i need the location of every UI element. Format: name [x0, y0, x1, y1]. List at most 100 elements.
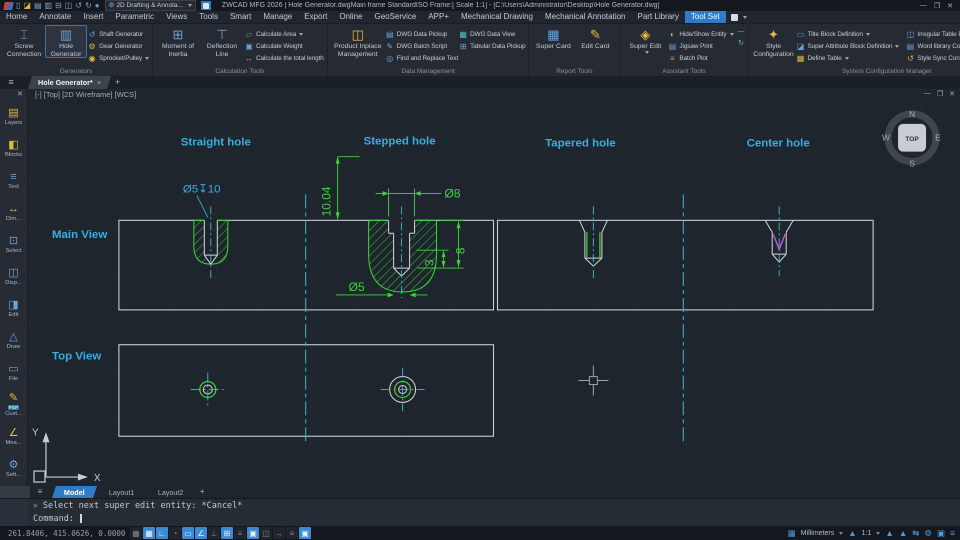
top-view-straight-hole[interactable] — [191, 373, 225, 407]
document-tab-hole-generator[interactable]: Hole Generator* × — [28, 76, 111, 89]
title-block-definition-button[interactable]: ▭Title Block Definition — [796, 28, 900, 40]
sidebar-item-edit[interactable]: ◨Edit — [0, 292, 27, 324]
menu-item-insert[interactable]: Insert — [77, 11, 109, 23]
tab-layout2[interactable]: Layout2 — [146, 486, 195, 498]
straight-hole-entity[interactable] — [194, 206, 228, 280]
sidebar-item-blocks[interactable]: ◧Blocks — [0, 132, 27, 164]
viewport-minimize-icon[interactable]: — — [924, 90, 931, 98]
tab-layout1[interactable]: Layout1 — [97, 486, 146, 498]
sidebar-item-display[interactable]: ◫Disp... — [0, 260, 27, 292]
batch-plot-button[interactable]: ≡Batch Plot — [667, 52, 733, 64]
dwg-batch-script-button[interactable]: ✎DWG Batch Script — [385, 40, 458, 52]
sidebar-item-file[interactable]: ▭File — [0, 356, 27, 388]
sidebar-item-layers[interactable]: ▤Layers — [0, 100, 27, 132]
tab-model[interactable]: Model — [52, 486, 97, 498]
sidebar-item-settings[interactable]: ⚙Sett... — [0, 452, 27, 484]
dynamic-ucs-toggle[interactable]: ⊥ — [208, 527, 220, 539]
menu-item-tool-set[interactable]: Tool Set — [685, 11, 726, 23]
tapered-hole-entity[interactable] — [579, 206, 607, 278]
ortho-mode-toggle[interactable]: ∟ — [156, 527, 168, 539]
deflection-line-button[interactable]: ⊤ Deflection Line — [200, 25, 244, 58]
word-library-configuration-button[interactable]: ▤Word library Configuration — [905, 40, 960, 52]
define-table-button[interactable]: ▦Define Table — [796, 52, 900, 64]
sidebar-close-icon[interactable]: ✕ — [0, 89, 27, 100]
menu-item-views[interactable]: Views — [160, 11, 193, 23]
collapse-dash-icon[interactable]: — — [738, 28, 745, 35]
cad-drawing[interactable]: Ø5↧10 — [28, 89, 960, 486]
screw-connection-button[interactable]: ⌶ Screw Connection — [3, 25, 45, 58]
workspace-selector[interactable]: ⚙ 2D Drafting & Annota... — [105, 0, 196, 11]
ribbon-display-toggle[interactable] — [726, 11, 752, 23]
transparency-toggle[interactable]: ▣ — [247, 527, 259, 539]
viewport-controls-header[interactable]: [-] [Top] [2D Wireframe] [WCS] — [35, 90, 136, 99]
find-replace-text-button[interactable]: ◎Find and Replace Text — [385, 52, 458, 64]
section-centerlines[interactable] — [306, 194, 684, 444]
dwg-data-view-button[interactable]: ▦DWG Data View — [458, 28, 525, 40]
quick-properties-toggle[interactable]: ≡ — [286, 527, 298, 539]
preview-icon[interactable]: ◫ — [65, 1, 73, 11]
dwg-data-pickup-button[interactable]: ▤DWG Data Pickup — [385, 28, 458, 40]
moment-of-inertia-button[interactable]: ⊞ Moment of Inertia — [156, 25, 200, 58]
object-snap-toggle[interactable]: ▭ — [182, 527, 194, 539]
menu-item-mechanical-drawing[interactable]: Mechanical Drawing — [455, 11, 539, 23]
stepped-hole-entity[interactable] — [369, 206, 437, 298]
sidebar-item-dimension[interactable]: ↔Dim... — [0, 196, 27, 228]
sidebar-item-draw[interactable]: △Draw — [0, 324, 27, 356]
compass-north[interactable]: N — [909, 109, 915, 119]
style-configuration-button[interactable]: ✦ Style Configuration — [752, 25, 796, 58]
sprocket-pulley-button[interactable]: ◉Sprocket/Pulley — [87, 52, 149, 64]
menu-item-geoservice[interactable]: GeoService — [368, 11, 422, 23]
drawing-canvas[interactable]: [-] [Top] [2D Wireframe] [WCS] — ❐ ✕ — [28, 89, 960, 486]
shaft-generator-button[interactable]: ↺Shaft Generator — [87, 28, 149, 40]
view-compass[interactable]: N E S W TOP — [882, 109, 941, 169]
doc-menu-icon[interactable]: ≡ — [0, 76, 22, 89]
new-tab-button[interactable]: + — [109, 76, 126, 89]
undo-icon[interactable]: ↺ — [75, 1, 82, 11]
viewport-close-icon[interactable]: ✕ — [949, 90, 955, 98]
annotation-visibility-icon[interactable]: ▲ — [885, 528, 893, 538]
close-tab-icon[interactable]: × — [97, 78, 101, 87]
print-icon[interactable]: ⊟ — [55, 1, 62, 11]
workspace-switch-icon[interactable]: ⇆ — [912, 528, 919, 539]
lineweight-toggle[interactable]: ≡ — [234, 527, 246, 539]
straight-hole-dimension[interactable]: Ø5↧10 — [183, 183, 221, 217]
isolate-objects-toggle[interactable]: ▣ — [299, 527, 311, 539]
help-icon[interactable]: ● — [95, 1, 100, 11]
close-button[interactable]: ✕ — [947, 2, 953, 10]
calculate-total-length-button[interactable]: ↔Calculate the total length — [244, 52, 324, 64]
gear-generator-button[interactable]: ⚙Gear Generator — [87, 40, 149, 52]
calculate-weight-button[interactable]: ▣Calculate Weight — [244, 40, 324, 52]
tabular-data-pickup-button[interactable]: ⊞Tabular Data Pickup — [458, 40, 525, 52]
calculate-area-button[interactable]: ▱Calculate Area — [244, 28, 324, 40]
sidebar-item-select[interactable]: ⊡Select — [0, 228, 27, 260]
menu-item-mechanical-annotation[interactable]: Mechanical Annotation — [539, 11, 632, 23]
command-input[interactable]: Command: — [0, 512, 960, 525]
compass-east[interactable]: E — [935, 133, 941, 143]
menu-item-smart[interactable]: Smart — [224, 11, 257, 23]
grid-display-toggle[interactable]: ▦ — [130, 527, 142, 539]
top-view-stepped-hole[interactable] — [381, 368, 425, 412]
menu-item-tools[interactable]: Tools — [193, 11, 224, 23]
super-card-button[interactable]: ▦ Super Card — [532, 25, 574, 51]
plate-outlines[interactable] — [119, 220, 873, 436]
super-edit-button[interactable]: ◈ Super Edit — [623, 25, 667, 54]
new-file-icon[interactable]: ▯ — [16, 1, 20, 11]
toolbox-button[interactable] — [201, 1, 211, 10]
add-layout-button[interactable]: + — [194, 486, 211, 498]
gear-icon[interactable]: ⚙ — [924, 528, 932, 539]
compass-west[interactable]: W — [882, 133, 890, 143]
object-snap-tracking-toggle[interactable]: ∠ — [195, 527, 207, 539]
jigsaw-print-button[interactable]: ▤Jigsaw Print — [667, 40, 733, 52]
annotation-monitor-toggle[interactable]: → — [273, 527, 285, 539]
dynamic-input-toggle[interactable]: ⊞ — [221, 527, 233, 539]
sidebar-item-measure[interactable]: ∠Mea... — [0, 420, 27, 452]
edit-card-button[interactable]: ✎ Edit Card — [574, 25, 616, 51]
units-selector[interactable]: Millimeters — [801, 530, 834, 537]
save-icon[interactable]: ▤ — [34, 1, 42, 11]
menu-item-home[interactable]: Home — [0, 11, 33, 23]
sidebar-item-customize[interactable]: ✎PGPCust... — [0, 388, 27, 420]
sidebar-item-text[interactable]: ≡Text — [0, 164, 27, 196]
center-hole-entity[interactable] — [765, 206, 793, 276]
selection-cycling-toggle[interactable]: ◫ — [260, 527, 272, 539]
auto-annotation-icon[interactable]: ▲ — [899, 528, 907, 538]
